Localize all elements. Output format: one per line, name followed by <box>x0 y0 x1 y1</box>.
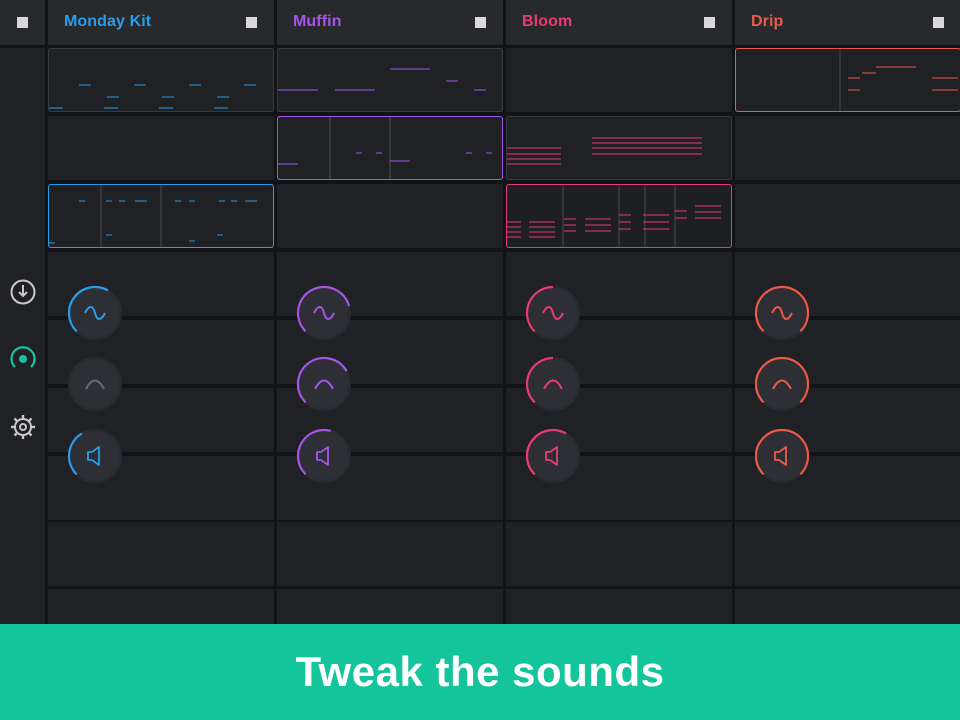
wave-knob[interactable] <box>752 283 812 343</box>
track-stop-button[interactable] <box>933 17 944 28</box>
sidebar <box>0 48 45 624</box>
clip-slot[interactable] <box>277 184 503 248</box>
clip-slot[interactable] <box>48 589 274 629</box>
stop-icon <box>17 17 28 28</box>
wave-knob[interactable] <box>294 283 354 343</box>
track-name: Monday Kit <box>64 13 152 30</box>
pattern-preview <box>49 84 256 109</box>
pattern-preview <box>507 185 721 247</box>
clip-slot[interactable] <box>48 522 274 586</box>
wave-knob[interactable] <box>65 283 125 343</box>
caption-banner: Tweak the sounds <box>0 624 960 720</box>
clip-slot[interactable] <box>277 589 503 629</box>
envelope-knob[interactable] <box>65 354 125 414</box>
track-name: Muffin <box>293 13 342 30</box>
track-name: Drip <box>751 13 784 30</box>
clip-monday-kit-2[interactable] <box>48 184 274 248</box>
envelope-knob[interactable] <box>523 354 583 414</box>
track-header-1[interactable]: Monday Kit <box>48 0 274 45</box>
clip-slot[interactable] <box>735 589 960 629</box>
track-stop-button[interactable] <box>475 17 486 28</box>
pattern-preview <box>839 49 958 111</box>
clip-slot[interactable] <box>735 522 960 586</box>
envelope-knob[interactable] <box>752 354 812 414</box>
volume-knob[interactable] <box>523 426 583 486</box>
record-icon[interactable] <box>9 345 37 373</box>
track-stop-button[interactable] <box>246 17 257 28</box>
app-window: Monday Kit Muffin Bloom Drip Tweak the s… <box>0 0 960 720</box>
envelope-knob[interactable] <box>294 354 354 414</box>
clip-bloom-2[interactable] <box>506 184 732 248</box>
clip-slot[interactable] <box>506 48 732 112</box>
track-header-3[interactable]: Bloom <box>506 0 732 45</box>
clip-slot[interactable] <box>506 522 732 586</box>
clip-monday-kit-1[interactable] <box>48 48 274 112</box>
wave-knob[interactable] <box>523 283 583 343</box>
pattern-preview <box>278 68 486 91</box>
pattern-preview <box>507 137 702 165</box>
clip-drip-1[interactable] <box>735 48 960 112</box>
clip-slot[interactable] <box>277 522 503 586</box>
track-stop-button[interactable] <box>704 17 715 28</box>
clip-slot[interactable] <box>735 184 960 248</box>
clip-slot[interactable] <box>735 116 960 180</box>
stop-all-button[interactable] <box>0 0 45 45</box>
download-icon[interactable] <box>9 278 37 306</box>
track-header-4[interactable]: Drip <box>735 0 960 45</box>
volume-knob[interactable] <box>752 426 812 486</box>
pattern-preview <box>278 117 492 179</box>
clip-muffin-1[interactable] <box>277 48 503 112</box>
settings-icon[interactable] <box>9 413 37 441</box>
volume-knob[interactable] <box>294 426 354 486</box>
clip-muffin-2[interactable] <box>277 116 503 180</box>
clip-bloom-1[interactable] <box>506 116 732 180</box>
track-name: Bloom <box>522 13 573 30</box>
pattern-preview <box>49 185 257 247</box>
track-header-2[interactable]: Muffin <box>277 0 503 45</box>
clip-slot[interactable] <box>48 116 274 180</box>
volume-knob[interactable] <box>65 426 125 486</box>
clip-slot[interactable] <box>506 589 732 629</box>
caption-text: Tweak the sounds <box>295 648 665 695</box>
